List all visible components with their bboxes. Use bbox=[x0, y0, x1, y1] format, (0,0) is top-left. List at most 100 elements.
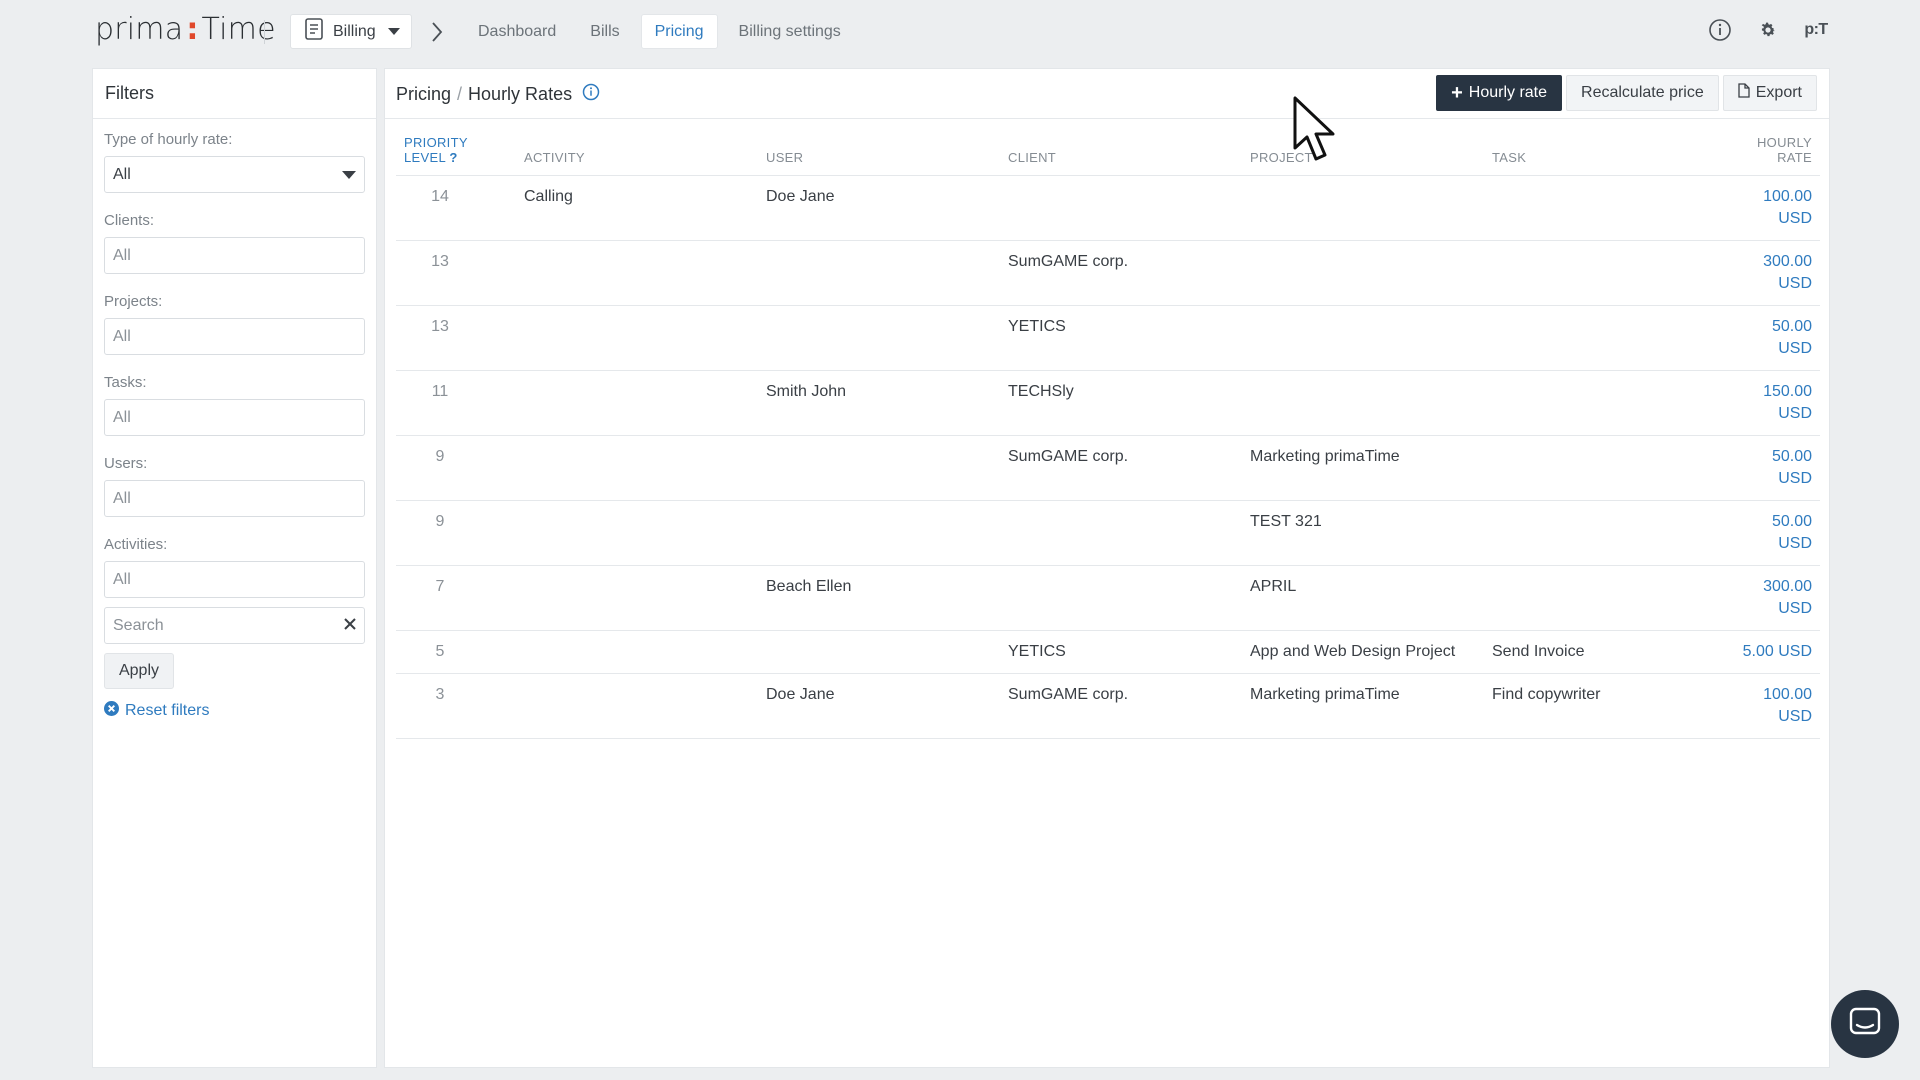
table-row[interactable]: 14 Calling Doe Jane 100.00 USD bbox=[396, 175, 1820, 241]
cell-client: YETICS bbox=[1000, 305, 1242, 371]
table-row[interactable]: 5 YETICS App and Web Design Project Send In… bbox=[396, 630, 1820, 674]
cell-user: Doe Jane bbox=[758, 175, 1000, 241]
cell-hourly-rate[interactable]: 100.00 USD bbox=[1684, 175, 1820, 241]
info-icon[interactable] bbox=[582, 83, 600, 106]
rate-value: 50.00 bbox=[1771, 448, 1812, 465]
activities-label: Activities: bbox=[104, 536, 168, 553]
table-row[interactable]: 11 Smith John TECHSly 150.00 USD bbox=[396, 370, 1820, 436]
rate-currency: USD bbox=[1778, 600, 1812, 617]
type-select[interactable]: All bbox=[104, 156, 365, 193]
table-row[interactable]: 13 YETICS 50.00 USD bbox=[396, 305, 1820, 371]
column-task[interactable]: TASK bbox=[1484, 135, 1684, 176]
mouse-cursor-icon bbox=[1292, 96, 1340, 171]
table-row[interactable]: 9 SumGAME corp. Marketing primaTime 50.00 US… bbox=[396, 435, 1820, 501]
cell-activity: Calling bbox=[516, 175, 758, 241]
cell-hourly-rate[interactable]: 50.00 USD bbox=[1684, 500, 1820, 566]
header-actions: + Hourly rate Recalculate price Export bbox=[1436, 75, 1817, 111]
rate-currency: USD bbox=[1778, 275, 1812, 292]
app-logo[interactable]: prima: Time bbox=[95, 12, 276, 47]
rate-value: 100.00 bbox=[1763, 188, 1812, 205]
cell-task bbox=[1484, 175, 1684, 241]
help-icon[interactable]: ? bbox=[449, 150, 457, 165]
cell-hourly-rate[interactable]: 50.00 USD bbox=[1684, 305, 1820, 371]
activities-input[interactable]: All bbox=[104, 561, 365, 598]
column-project[interactable]: PROJECT bbox=[1242, 135, 1484, 176]
cell-task bbox=[1484, 500, 1684, 566]
cell-activity bbox=[516, 500, 758, 566]
cell-project: TEST 321 bbox=[1242, 500, 1484, 566]
priority-header-line1: PRIORITY bbox=[404, 135, 468, 150]
projects-label: Projects: bbox=[104, 293, 163, 310]
column-client[interactable]: CLIENT bbox=[1000, 135, 1242, 176]
cell-priority: 9 bbox=[396, 435, 516, 501]
module-label: Billing bbox=[333, 22, 376, 40]
export-label: Export bbox=[1755, 84, 1802, 101]
cell-priority: 3 bbox=[396, 673, 516, 739]
info-icon[interactable] bbox=[1706, 16, 1734, 44]
cell-project: Marketing primaTime bbox=[1242, 673, 1484, 739]
filters-title: Filters bbox=[93, 69, 376, 119]
cell-project bbox=[1242, 240, 1484, 306]
cell-priority: 11 bbox=[396, 370, 516, 436]
reset-filters-link[interactable]: Reset filters bbox=[104, 701, 365, 721]
cell-hourly-rate[interactable]: 100.00 USD bbox=[1684, 673, 1820, 739]
type-label: Type of hourly rate: bbox=[104, 131, 233, 148]
cell-project bbox=[1242, 175, 1484, 241]
nav-bills[interactable]: Bills bbox=[577, 14, 632, 49]
nav-billing-settings[interactable]: Billing settings bbox=[726, 14, 854, 49]
cell-hourly-rate[interactable]: 50.00 USD bbox=[1684, 435, 1820, 501]
apply-button[interactable]: Apply bbox=[104, 653, 174, 689]
column-user[interactable]: USER bbox=[758, 135, 1000, 176]
top-bar: prima: Time Billing Dashboard Bills Prici… bbox=[0, 0, 1920, 64]
cell-hourly-rate[interactable]: 300.00 USD bbox=[1684, 240, 1820, 306]
logo-divider bbox=[264, 20, 265, 44]
column-hourly-rate[interactable]: HOURLY RATE bbox=[1684, 135, 1820, 176]
breadcrumb-hourly-rates: Hourly Rates bbox=[468, 84, 573, 104]
gear-icon[interactable] bbox=[1754, 16, 1782, 44]
cell-hourly-rate[interactable]: 300.00 USD bbox=[1684, 565, 1820, 631]
table-row[interactable]: 7 Beach Ellen APRIL 300.00 USD bbox=[396, 565, 1820, 631]
clients-input[interactable]: All bbox=[104, 237, 365, 274]
column-activity[interactable]: ACTIVITY bbox=[516, 135, 758, 176]
cell-hourly-rate[interactable]: 5.00 USD bbox=[1684, 630, 1820, 674]
table-row[interactable]: 13 SumGAME corp. 300.00 USD bbox=[396, 240, 1820, 306]
cell-activity bbox=[516, 630, 758, 674]
export-button[interactable]: Export bbox=[1722, 75, 1817, 111]
column-priority-level[interactable]: PRIORITY LEVEL ? bbox=[396, 135, 516, 176]
table-row[interactable]: 9 TEST 321 50.00 USD bbox=[396, 500, 1820, 566]
rate-currency: USD bbox=[1778, 535, 1812, 552]
tasks-input[interactable]: All bbox=[104, 399, 365, 436]
cell-activity bbox=[516, 435, 758, 501]
type-value: All bbox=[113, 165, 131, 183]
chevron-down-icon bbox=[342, 170, 356, 179]
module-switcher[interactable]: Billing bbox=[290, 14, 412, 49]
cell-project bbox=[1242, 305, 1484, 371]
chat-launcher-button[interactable] bbox=[1831, 990, 1899, 1058]
cell-user bbox=[758, 630, 1000, 674]
users-input[interactable]: All bbox=[104, 480, 365, 517]
document-icon bbox=[305, 18, 323, 45]
nav-pricing[interactable]: Pricing bbox=[640, 14, 718, 49]
file-icon bbox=[1738, 83, 1750, 103]
recalculate-price-button[interactable]: Recalculate price bbox=[1566, 75, 1719, 111]
breadcrumb-pricing[interactable]: Pricing bbox=[396, 84, 451, 105]
cell-activity bbox=[516, 565, 758, 631]
close-icon[interactable] bbox=[344, 617, 356, 635]
profile-avatar[interactable]: p:T bbox=[1802, 16, 1830, 44]
table-row[interactable]: 3 Doe Jane SumGAME corp. Marketing primaTim… bbox=[396, 673, 1820, 739]
cell-client bbox=[1000, 500, 1242, 566]
cell-activity bbox=[516, 673, 758, 739]
cell-client bbox=[1000, 565, 1242, 631]
nav-dashboard[interactable]: Dashboard bbox=[465, 14, 569, 49]
cell-activity bbox=[516, 305, 758, 371]
hourly-rates-table: PRIORITY LEVEL ? ACTIVITY USER CLIENT PR… bbox=[396, 135, 1820, 739]
cell-project: App and Web Design Project bbox=[1242, 630, 1484, 674]
cell-activity bbox=[516, 240, 758, 306]
breadcrumb-separator: / bbox=[457, 84, 463, 104]
search-input[interactable]: Search bbox=[104, 607, 365, 644]
add-hourly-rate-button[interactable]: + Hourly rate bbox=[1436, 75, 1563, 111]
projects-input[interactable]: All bbox=[104, 318, 365, 355]
clients-label: Clients: bbox=[104, 212, 155, 229]
rate-currency: USD bbox=[1778, 708, 1812, 725]
cell-hourly-rate[interactable]: 150.00 USD bbox=[1684, 370, 1820, 436]
